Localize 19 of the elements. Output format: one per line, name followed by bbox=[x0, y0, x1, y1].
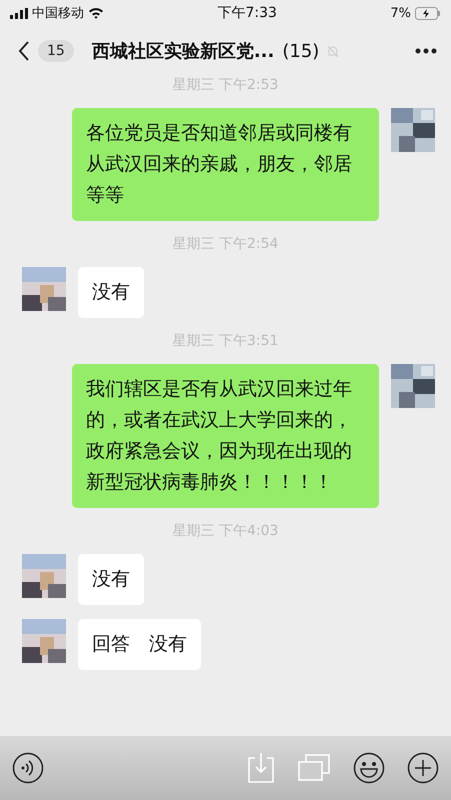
chat-title: 西城社区实验新区党... bbox=[92, 40, 274, 63]
voice-icon[interactable] bbox=[12, 752, 44, 784]
clock-time: 下午7:33 bbox=[217, 4, 277, 22]
emoji-icon[interactable] bbox=[353, 752, 385, 784]
battery-percent: 7% bbox=[390, 6, 411, 20]
battery-icon bbox=[414, 6, 441, 20]
message-bubble: 没有 bbox=[78, 554, 144, 605]
back-icon[interactable] bbox=[18, 40, 30, 62]
message-bubble: 没有 bbox=[78, 267, 144, 318]
wifi-icon bbox=[88, 7, 104, 19]
more-icon[interactable] bbox=[415, 48, 437, 54]
carrier-name: 中国移动 bbox=[32, 5, 84, 22]
plus-icon[interactable] bbox=[407, 752, 439, 784]
message-bubble: 我们辖区是否有从武汉回来过年的，或者在武汉上大学回来的，政府紧急会议，因为现在出现的新型冠状病毒肺炎！！！！！ bbox=[72, 364, 379, 508]
signal-icon bbox=[10, 8, 28, 18]
message-bubble: 回答 没有 bbox=[78, 619, 201, 670]
unread-count[interactable]: 15 bbox=[38, 40, 74, 62]
message-bubble: 各位党员是否知道邻居或同楼有从武汉回来的亲戚，朋友，邻居等等 bbox=[72, 108, 379, 221]
member-count: (15) bbox=[282, 40, 320, 62]
